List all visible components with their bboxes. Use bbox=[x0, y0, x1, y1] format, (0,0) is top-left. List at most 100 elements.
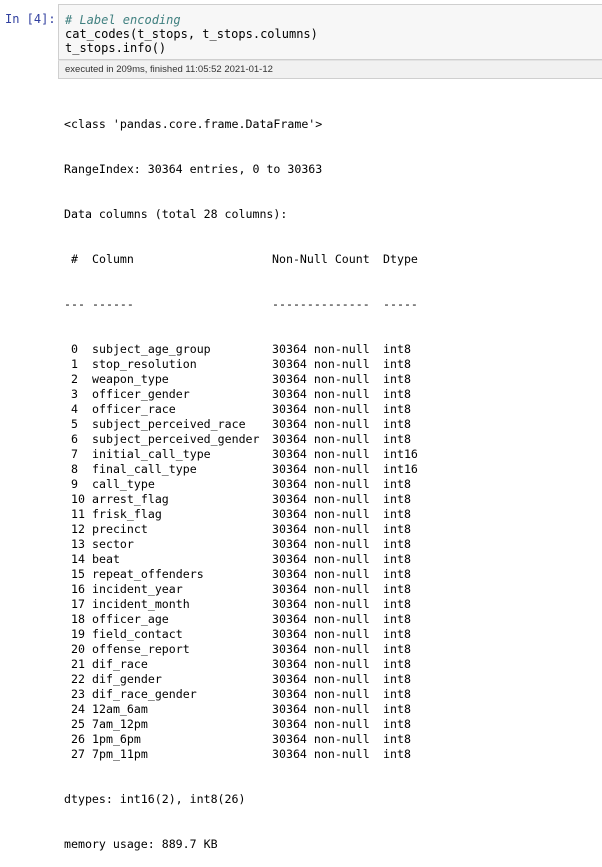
code-cell-input[interactable]: # Label encoding cat_codes(t_stops, t_sto… bbox=[58, 4, 602, 60]
row-count: 30364 non-null bbox=[272, 657, 370, 671]
info-table-row: 10 arrest_flag 30364 non-null int8 bbox=[64, 492, 418, 507]
row-count: 30364 non-null bbox=[272, 432, 370, 446]
info-table-row: 21 dif_race 30364 non-null int8 bbox=[64, 657, 418, 672]
info-table-row: 6 subject_perceived_gender 30364 non-null i… bbox=[64, 432, 418, 447]
row-column: stop_resolution bbox=[92, 357, 197, 371]
row-dtype: int8 bbox=[383, 642, 411, 656]
row-column: call_type bbox=[92, 477, 155, 491]
row-dtype: int8 bbox=[383, 402, 411, 416]
row-column: dif_race bbox=[92, 657, 148, 671]
info-table-rows: 0 subject_age_group 30364 non-null int8 1 st… bbox=[64, 342, 418, 762]
row-idx: 19 bbox=[64, 627, 85, 641]
info-table-row: 26 1pm_6pm 30364 non-null int8 bbox=[64, 732, 418, 747]
row-dtype: int8 bbox=[383, 492, 411, 506]
row-count: 30364 non-null bbox=[272, 492, 370, 506]
info-table-row: 23 dif_race_gender 30364 non-null int8 bbox=[64, 687, 418, 702]
info-table-row: 14 beat 30364 non-null int8 bbox=[64, 552, 418, 567]
row-dtype: int8 bbox=[383, 417, 411, 431]
row-dtype: int8 bbox=[383, 372, 411, 386]
info-table-row: 18 officer_age 30364 non-null int8 bbox=[64, 612, 418, 627]
row-column: field_contact bbox=[92, 627, 183, 641]
row-idx: 12 bbox=[64, 522, 85, 536]
separator-column: ------ bbox=[92, 297, 134, 311]
row-count: 30364 non-null bbox=[272, 372, 370, 386]
row-column: repeat_offenders bbox=[92, 567, 204, 581]
row-count: 30364 non-null bbox=[272, 582, 370, 596]
row-count: 30364 non-null bbox=[272, 687, 370, 701]
row-count: 30364 non-null bbox=[272, 537, 370, 551]
row-column: subject_age_group bbox=[92, 342, 211, 356]
row-dtype: int8 bbox=[383, 687, 411, 701]
row-column: officer_age bbox=[92, 612, 169, 626]
row-count: 30364 non-null bbox=[272, 567, 370, 581]
row-count: 30364 non-null bbox=[272, 522, 370, 536]
row-count: 30364 non-null bbox=[272, 552, 370, 566]
info-table-row: 0 subject_age_group 30364 non-null int8 bbox=[64, 342, 418, 357]
row-dtype: int8 bbox=[383, 702, 411, 716]
row-count: 30364 non-null bbox=[272, 447, 370, 461]
row-dtype: int8 bbox=[383, 522, 411, 536]
row-dtype: int8 bbox=[383, 597, 411, 611]
row-count: 30364 non-null bbox=[272, 597, 370, 611]
row-idx: 1 bbox=[64, 357, 78, 371]
separator-dtype: ----- bbox=[383, 297, 418, 311]
row-idx: 27 bbox=[64, 747, 85, 761]
code-line: cat_codes(t_stops, t_stops.columns) bbox=[65, 27, 318, 41]
header-column: Column bbox=[92, 252, 134, 266]
execution-info-text: executed in 209ms, finished 11:05:52 202… bbox=[65, 64, 273, 75]
row-idx: 17 bbox=[64, 597, 85, 611]
header-idx: # bbox=[64, 252, 78, 266]
row-column: 7am_12pm bbox=[92, 717, 148, 731]
info-table-row: 22 dif_gender 30364 non-null int8 bbox=[64, 672, 418, 687]
row-count: 30364 non-null bbox=[272, 627, 370, 641]
info-table-row: 20 offense_report 30364 non-null int8 bbox=[64, 642, 418, 657]
info-table-row: 25 7am_12pm 30364 non-null int8 bbox=[64, 717, 418, 732]
row-count: 30364 non-null bbox=[272, 702, 370, 716]
row-idx: 24 bbox=[64, 702, 85, 716]
row-count: 30364 non-null bbox=[272, 387, 370, 401]
row-dtype: int8 bbox=[383, 567, 411, 581]
row-column: initial_call_type bbox=[92, 447, 211, 461]
row-column: final_call_type bbox=[92, 462, 197, 476]
row-dtype: int8 bbox=[383, 357, 411, 371]
info-table-row: 2 weapon_type 30364 non-null int8 bbox=[64, 372, 418, 387]
info-table-separator: --- ------ -------------- ----- bbox=[64, 297, 418, 312]
row-dtype: int8 bbox=[383, 387, 411, 401]
row-idx: 10 bbox=[64, 492, 85, 506]
row-idx: 7 bbox=[64, 447, 78, 461]
row-column: sector bbox=[92, 537, 134, 551]
info-table-row: 17 incident_month 30364 non-null int8 bbox=[64, 597, 418, 612]
code-line: t_stops.info() bbox=[65, 41, 167, 55]
row-idx: 23 bbox=[64, 687, 85, 701]
row-dtype: int8 bbox=[383, 432, 411, 446]
info-table-row: 15 repeat_offenders 30364 non-null int8 bbox=[64, 567, 418, 582]
info-table-row: 8 final_call_type 30364 non-null int16 bbox=[64, 462, 418, 477]
output-range-index: RangeIndex: 30364 entries, 0 to 30363 bbox=[64, 162, 323, 176]
output-dtypes: dtypes: int16(2), int8(26) bbox=[64, 792, 246, 806]
cell-prompt: In [4]: bbox=[5, 12, 56, 26]
row-dtype: int8 bbox=[383, 537, 411, 551]
row-count: 30364 non-null bbox=[272, 417, 370, 431]
output-memory-usage: memory usage: 889.7 KB bbox=[64, 837, 218, 851]
row-idx: 14 bbox=[64, 552, 85, 566]
row-dtype: int8 bbox=[383, 732, 411, 746]
row-column: officer_gender bbox=[92, 387, 190, 401]
code-comment-line: # Label encoding bbox=[65, 13, 181, 27]
row-column: precinct bbox=[92, 522, 148, 536]
row-count: 30364 non-null bbox=[272, 747, 370, 761]
row-idx: 11 bbox=[64, 507, 85, 521]
code-editor[interactable]: # Label encoding cat_codes(t_stops, t_sto… bbox=[65, 13, 318, 55]
execution-info-bar: executed in 209ms, finished 11:05:52 202… bbox=[58, 60, 602, 79]
row-column: subject_perceived_race bbox=[92, 417, 246, 431]
row-count: 30364 non-null bbox=[272, 402, 370, 416]
row-column: 1pm_6pm bbox=[92, 732, 141, 746]
row-dtype: int8 bbox=[383, 507, 411, 521]
row-idx: 2 bbox=[64, 372, 78, 386]
cell-output: <class 'pandas.core.frame.DataFrame'> Ra… bbox=[64, 87, 418, 867]
row-dtype: int8 bbox=[383, 582, 411, 596]
row-dtype: int8 bbox=[383, 747, 411, 761]
row-idx: 25 bbox=[64, 717, 85, 731]
info-table-row: 27 7pm_11pm 30364 non-null int8 bbox=[64, 747, 418, 762]
row-column: offense_report bbox=[92, 642, 190, 656]
row-idx: 26 bbox=[64, 732, 85, 746]
